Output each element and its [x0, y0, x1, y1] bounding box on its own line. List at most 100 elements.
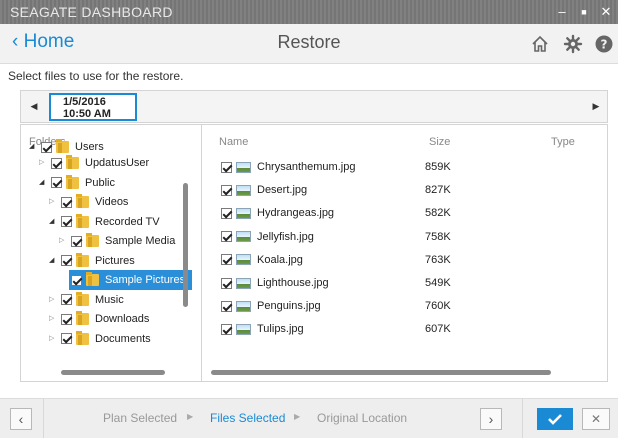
folder-label: Downloads — [95, 313, 150, 325]
folder-tree-item[interactable]: ◢ Public — [39, 173, 119, 193]
restore-point-time: 10:50 AM — [63, 108, 111, 120]
collapse-arrow-icon[interactable]: ◢ — [49, 212, 59, 232]
restore-point-chip[interactable]: 1/5/2016 10:50 AM — [49, 93, 137, 121]
folder-tree-item[interactable]: ▷ UpdatusUser — [39, 153, 153, 173]
folder-checkbox[interactable] — [51, 157, 62, 169]
folder-tree-item[interactable]: ▷ Documents — [49, 329, 155, 349]
previous-date-button[interactable]: ◀ — [23, 91, 45, 122]
image-file-icon — [236, 184, 251, 196]
expand-arrow-icon[interactable]: ▷ — [49, 309, 59, 329]
folder-checkbox[interactable] — [61, 294, 72, 306]
file-row[interactable]: Lighthouse.jpg 549K — [219, 273, 599, 293]
folder-checkbox[interactable] — [51, 177, 62, 189]
file-row[interactable]: Tulips.jpg 607K — [219, 319, 599, 339]
next-date-button[interactable]: ▶ — [585, 91, 607, 122]
folder-checkbox[interactable] — [61, 333, 72, 345]
folder-label: Documents — [95, 332, 151, 345]
file-checkbox[interactable] — [221, 254, 232, 266]
folder-label: Music — [95, 293, 124, 306]
name-column-header[interactable]: Name — [219, 136, 248, 148]
minimize-button[interactable]: – — [552, 0, 572, 24]
folder-label: Recorded TV — [95, 215, 160, 228]
folder-label: Public — [85, 176, 115, 189]
gear-icon[interactable] — [563, 34, 583, 54]
folder-tree-item[interactable]: ▷ Sample Media — [59, 231, 179, 251]
folders-vertical-scrollbar[interactable] — [183, 183, 188, 307]
folder-checkbox[interactable] — [61, 313, 72, 325]
expand-arrow-icon[interactable]: ▷ — [49, 290, 59, 310]
maximize-button[interactable]: ■ — [574, 0, 594, 24]
folder-icon — [76, 252, 89, 267]
folders-horizontal-scrollbar[interactable] — [61, 370, 165, 375]
page-header: ‹ Home Restore ? — [0, 24, 618, 64]
file-row[interactable]: Chrysanthemum.jpg 859K — [219, 157, 599, 177]
image-file-icon — [236, 254, 251, 266]
step-separator-icon: ▶ — [294, 412, 301, 421]
file-checkbox[interactable] — [221, 323, 232, 335]
folder-icon — [66, 155, 79, 170]
expand-arrow-icon[interactable]: ▷ — [49, 329, 59, 349]
help-icon[interactable]: ? — [594, 34, 614, 54]
file-row[interactable]: Hydrangeas.jpg 582K — [219, 203, 599, 223]
wizard-footer: ‹ Plan Selected ▶ Files Selected ▶ Origi… — [0, 398, 618, 438]
file-name: Tulips.jpg — [257, 323, 304, 336]
file-checkbox[interactable] — [221, 184, 232, 196]
files-pane: Name Size Type Chrysanthemum.jpg 859K Dese… — [203, 125, 607, 381]
expand-arrow-icon[interactable]: ▷ — [49, 192, 59, 212]
collapse-arrow-icon[interactable]: ◢ — [29, 137, 39, 157]
step-plan-selected: Plan Selected — [103, 411, 178, 425]
cancel-button[interactable]: ✕ — [582, 408, 610, 430]
folder-tree-item[interactable]: ▷ Music — [49, 290, 128, 310]
file-name: Koala.jpg — [257, 253, 303, 266]
folder-icon — [56, 139, 69, 154]
size-column-header[interactable]: Size — [429, 136, 450, 148]
folder-label: Pictures — [95, 254, 135, 267]
previous-step-button[interactable]: ‹ — [10, 408, 32, 430]
file-row[interactable]: Koala.jpg 763K — [219, 250, 599, 270]
folder-checkbox[interactable] — [61, 216, 72, 228]
folder-label: Sample Media — [105, 235, 176, 247]
file-size: 760K — [425, 300, 451, 313]
expand-arrow-icon[interactable]: ▷ — [59, 231, 69, 251]
file-checkbox[interactable] — [221, 231, 232, 243]
next-step-button[interactable]: › — [480, 408, 502, 430]
file-size: 607K — [425, 323, 451, 336]
folder-icon — [86, 233, 99, 248]
folder-checkbox[interactable] — [61, 196, 72, 208]
file-row[interactable]: Penguins.jpg 760K — [219, 296, 599, 316]
folder-tree-item[interactable]: ▷ Downloads — [49, 309, 153, 329]
expand-arrow-icon[interactable]: ▷ — [39, 153, 49, 173]
file-size: 758K — [425, 230, 451, 243]
type-column-header[interactable]: Type — [551, 136, 575, 148]
image-file-icon — [236, 300, 251, 312]
folder-checkbox[interactable] — [71, 235, 82, 247]
file-name: Hydrangeas.jpg — [257, 207, 335, 220]
folder-icon — [66, 174, 79, 189]
window-titlebar: SEAGATE DASHBOARD — [0, 0, 618, 24]
close-button[interactable]: ✕ — [596, 0, 616, 24]
restore-point-bar: ◀ 1/5/2016 10:50 AM ▶ — [20, 90, 608, 123]
folder-label: Users — [75, 141, 104, 153]
folder-tree-item[interactable]: ◢ Recorded TV — [49, 212, 164, 232]
folder-checkbox[interactable] — [71, 274, 82, 286]
folder-tree-item[interactable]: ◢ Pictures — [49, 251, 139, 271]
file-row[interactable]: Desert.jpg 827K — [219, 180, 599, 200]
files-horizontal-scrollbar[interactable] — [211, 370, 551, 375]
collapse-arrow-icon[interactable]: ◢ — [39, 173, 49, 193]
folder-icon — [76, 330, 89, 345]
file-checkbox[interactable] — [221, 300, 232, 312]
confirm-button[interactable] — [537, 408, 573, 430]
file-checkbox[interactable] — [221, 207, 232, 219]
folder-tree-item[interactable]: Sample Pictures — [69, 270, 192, 290]
file-checkbox[interactable] — [221, 277, 232, 289]
file-size: 582K — [425, 207, 451, 220]
folder-icon — [76, 311, 89, 326]
home-icon[interactable] — [530, 34, 550, 54]
folder-checkbox[interactable] — [61, 255, 72, 267]
file-checkbox[interactable] — [221, 161, 232, 173]
collapse-arrow-icon[interactable]: ◢ — [49, 251, 59, 271]
folder-tree-item[interactable]: ▷ Videos — [49, 192, 132, 212]
folder-checkbox[interactable] — [41, 141, 52, 153]
file-row[interactable]: Jellyfish.jpg 758K — [219, 227, 599, 247]
home-back-link[interactable]: ‹ Home — [12, 31, 74, 53]
